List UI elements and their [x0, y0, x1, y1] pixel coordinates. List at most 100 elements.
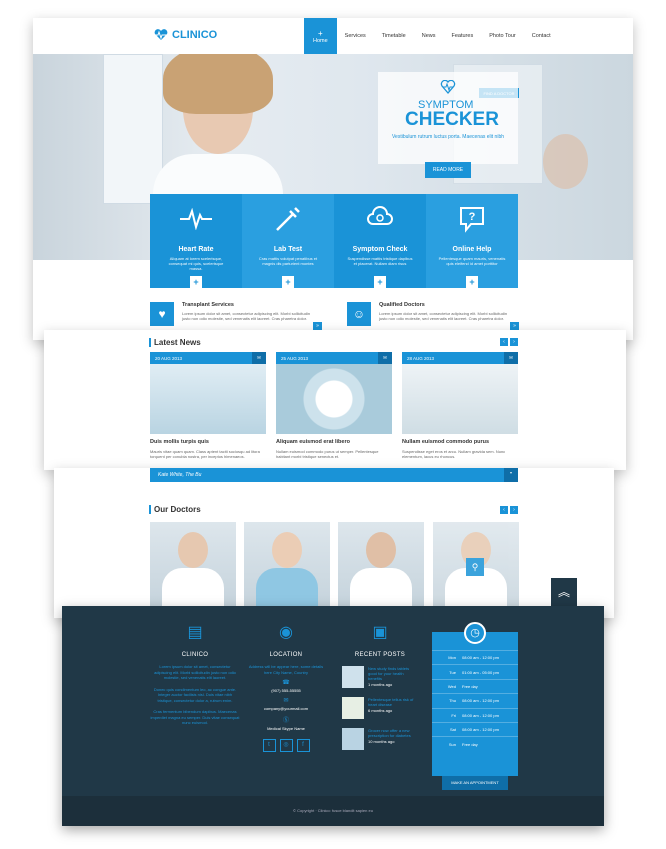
post-title[interactable]: New study finds tablets good for your he… [368, 666, 418, 681]
mail-icon: ✉ [283, 698, 289, 704]
post-thumbnail [342, 666, 364, 688]
email[interactable]: company@yourmail.com [246, 706, 326, 711]
chat-icon: ▤ [187, 624, 203, 641]
nav-contact[interactable]: Contact [524, 18, 559, 54]
doctor-card[interactable]: ⚲ [433, 522, 519, 608]
news-date: 25 AUG 2013 [281, 355, 309, 361]
post-title[interactable]: Pellentesque tellus risk of heart diseas… [368, 697, 418, 707]
appointment-button[interactable]: MAKE AN APPOINTMENT [442, 776, 508, 790]
doctor-mask [256, 568, 318, 608]
symptom-checker-box: SYMPTOM CHECKER Vestibulum rutrum luctus… [378, 72, 518, 178]
doctors-sheet: Kate White, The Bu ” Our Doctors ‹ › ⚲ [54, 468, 614, 618]
doctor-card[interactable] [338, 522, 424, 608]
stethoscope-icon [334, 194, 426, 244]
hero-title-2: CHECKER [405, 109, 499, 130]
twitter-icon[interactable]: t [262, 739, 276, 752]
next-arrow-icon[interactable]: › [510, 338, 518, 346]
hours-row: Tue 01:00 am - 05:00 pm [432, 664, 518, 678]
doctor-card[interactable] [150, 522, 236, 608]
news-date: 20 AUG 2013 [155, 355, 183, 361]
hours-day: Wed [447, 683, 456, 689]
svg-text:?: ? [469, 211, 476, 223]
tile-desc: Pellentesque quam mauris, venenatis quis… [438, 256, 506, 266]
hours-day: Thu [449, 698, 456, 704]
post-thumbnail [342, 697, 364, 719]
footer-text: Lorem ipsum dolor sit amet, consectetur … [154, 664, 236, 680]
post-thumbnail [342, 728, 364, 750]
prev-arrow-icon[interactable]: ‹ [500, 506, 508, 514]
hours-day: Sat [449, 727, 456, 733]
copyright-bar: © Copyright · Clinico: fusce blandit sap… [62, 796, 604, 826]
recent-post[interactable]: Pellentesque tellus risk of heart diseas… [342, 697, 418, 719]
tile-desc: Aliquam at lorem scelerisque, consequat … [168, 256, 224, 271]
tile-symptom-check[interactable]: Symptom Check Suspendisse mattis tristiq… [334, 194, 426, 288]
hero-subtitle: Vestibulum rutrum luctus porta. Maecenas… [392, 134, 504, 140]
plus-icon[interactable]: + [374, 276, 386, 288]
plus-icon[interactable]: + [466, 276, 478, 288]
nav-home[interactable]: + Home [304, 18, 337, 54]
doctor-arrows: ‹ › [500, 506, 518, 514]
footer-col-clinico: ▤ CLINICO Lorem ipsum dolor sit amet, co… [150, 622, 240, 726]
logo[interactable]: CLINICO [153, 29, 217, 41]
news-desc: Nullam euismod commodo purus ut semper. … [276, 449, 379, 459]
nav-services[interactable]: Services [337, 18, 374, 54]
read-more-button[interactable]: READ MORE [425, 162, 471, 178]
prev-arrow-icon[interactable]: ‹ [500, 338, 508, 346]
doctor-photo [272, 532, 302, 568]
recent-posts-list: New study finds tablets good for your he… [342, 666, 418, 750]
doctor-icon: ☺ [347, 302, 371, 326]
tile-desc: Cras mattis volutpat penatibus et magnis… [258, 256, 318, 266]
address: Address will be appear here, some detail… [248, 664, 324, 675]
service-title: Transplant Services [182, 302, 234, 308]
hours-day: Tue [449, 669, 456, 675]
heart-logo-icon [154, 29, 168, 40]
globe-icon: ◉ [279, 624, 293, 641]
staff-photo [543, 134, 588, 189]
news-title[interactable]: Nullam euismod commodo purus [402, 439, 518, 445]
hours-day: Sun [448, 741, 456, 747]
news-date: 28 AUG 2013 [407, 355, 435, 361]
logo-text: CLINICO [172, 29, 218, 41]
doctor-card[interactable] [244, 522, 330, 608]
heart-icon: ♥ [150, 302, 174, 326]
facebook-icon[interactable]: f [296, 739, 310, 752]
doctor-photo [366, 532, 396, 568]
nav-home-label: Home [313, 37, 328, 44]
hours-time: 08:00 am - 12:00 pm [462, 655, 499, 661]
recent-post[interactable]: New study finds tablets good for your he… [342, 666, 418, 688]
nav-news[interactable]: News [414, 18, 444, 54]
tile-lab-test[interactable]: Lab Test Cras mattis volutpat penatibus … [242, 194, 334, 288]
tile-title: Symptom Check [352, 246, 408, 253]
news-item[interactable]: 28 AUG 2013 ✉ Nullam euismod commodo puru… [402, 352, 518, 459]
service-desc: Lorem ipsum dolor sit amet, consectetur … [182, 311, 311, 321]
hours-day: Fri [451, 712, 456, 718]
quote-icon: ” [504, 468, 518, 482]
hours-time: Free day [462, 683, 478, 689]
plus-icon[interactable]: + [282, 276, 294, 288]
nav-features[interactable]: Features [443, 18, 481, 54]
tile-heart-rate[interactable]: Heart Rate Aliquam at lorem scelerisque,… [150, 194, 242, 288]
news-sheet: Latest News ‹ › 20 AUG 2013 ✉ Duis mollis … [44, 330, 626, 470]
link-icon[interactable]: ⚲ [466, 558, 484, 576]
nav-photo-tour[interactable]: Photo Tour [481, 18, 524, 54]
plus-icon[interactable]: + [190, 276, 202, 288]
news-title[interactable]: Aliquam euismod erat libero [276, 439, 392, 445]
footer-text: Donec quis condimentum leo, ac congue an… [153, 686, 237, 703]
nav-timetable[interactable]: Timetable [374, 18, 414, 54]
hours-table: Mon 08:00 am - 12:00 pm Tue 01:00 am - 05:0… [432, 650, 518, 751]
news-item[interactable]: 25 AUG 2013 ✉ Aliquam euismod erat libero… [276, 352, 392, 459]
scroll-top-button[interactable]: ︽ [551, 578, 577, 606]
tile-online-help[interactable]: ? Online Help Pellentesque quam mauris, … [426, 194, 518, 288]
recent-post[interactable]: Grocer now offer a new prescription for … [342, 728, 418, 750]
page: CLINICO + Home Services Timetable News Fe… [0, 0, 666, 849]
instagram-icon[interactable]: ◎ [279, 739, 293, 752]
heart-icon [440, 80, 456, 94]
post-meta: 1 months ago [368, 682, 393, 687]
doctor-photo [178, 532, 208, 568]
next-arrow-icon[interactable]: › [510, 506, 518, 514]
news-item[interactable]: 20 AUG 2013 ✉ Duis mollis turpis quis Mau… [150, 352, 266, 459]
news-title[interactable]: Duis mollis turpis quis [150, 439, 266, 445]
post-title[interactable]: Grocer now offer a new prescription for … [368, 728, 418, 738]
hours-row: Mon 08:00 am - 12:00 pm [432, 650, 518, 664]
news-date-bar: 28 AUG 2013 ✉ [402, 352, 518, 364]
